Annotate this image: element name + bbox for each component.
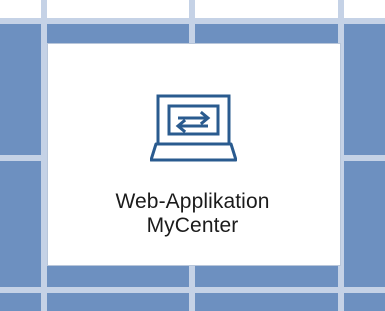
grid-divider-horizontal-bottom <box>0 287 385 293</box>
laptop-sync-icon <box>150 94 237 162</box>
app-launcher-background: Web-Applikation MyCenter <box>0 0 385 311</box>
app-tile-label: Web-Applikation MyCenter <box>0 190 385 238</box>
app-tile-label-line-1: Web-Applikation <box>115 190 270 213</box>
app-tile-label-line-2: MyCenter <box>146 214 239 237</box>
grid-divider-horizontal-top <box>0 18 385 24</box>
